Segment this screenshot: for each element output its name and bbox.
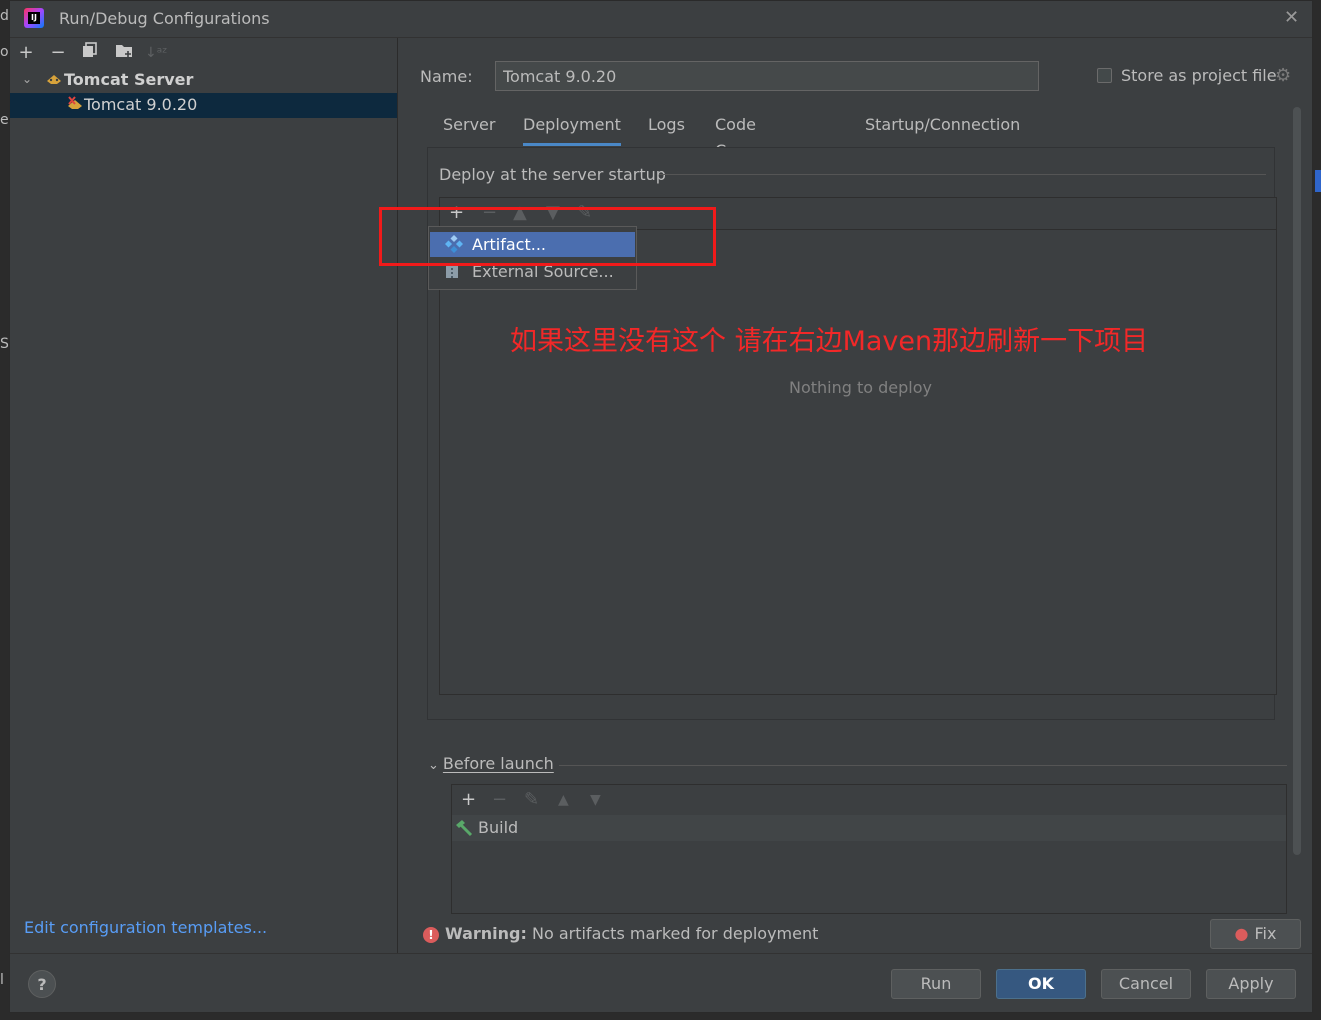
warning-icon: ● [1234, 924, 1249, 943]
warning-message: ! Warning: No artifacts marked for deploy… [423, 924, 818, 943]
dialog-title: Run/Debug Configurations [59, 9, 270, 28]
folder-icon[interactable] [113, 42, 135, 64]
configuration-editor: Name: Store as project file ⚙ Server Dep… [398, 38, 1312, 953]
section-divider [559, 765, 1287, 766]
add-icon[interactable]: + [461, 789, 476, 810]
copy-icon[interactable] [79, 42, 101, 64]
dialog-footer: ? Run OK Cancel Apply [10, 953, 1312, 1012]
archive-icon [445, 263, 459, 283]
tab-code-coverage[interactable]: Code Coverage [715, 112, 792, 160]
cancel-button[interactable]: Cancel [1101, 969, 1191, 999]
list-item[interactable]: Build [452, 815, 1286, 841]
chevron-down-icon[interactable]: ⌄ [22, 72, 32, 86]
intellij-icon: IJ [24, 8, 44, 28]
sort-icon[interactable]: ↓ᵃᶻ [145, 42, 167, 64]
tree-node-tomcat-config[interactable]: Tomcat 9.0.20 [10, 93, 397, 118]
build-task-label: Build [478, 818, 519, 837]
background-window-edge-bottom [0, 1013, 1321, 1020]
background-window-edge-right [1313, 0, 1321, 1020]
store-project-label[interactable]: Store as project file [1121, 66, 1277, 85]
annotation-highlight-box [379, 207, 716, 266]
before-launch-label: Before launch [442, 754, 554, 773]
move-down-icon[interactable]: ▼ [590, 792, 601, 808]
fix-button[interactable]: ● Fix [1210, 919, 1301, 949]
section-divider [659, 174, 1266, 175]
configurations-sidebar: + − ↓ᵃᶻ ⌄ Tomcat Server Tomcat 9.0.20 Ed… [10, 38, 398, 953]
add-icon[interactable]: + [15, 42, 37, 64]
tree-root-label: Tomcat Server [64, 70, 194, 89]
remove-icon[interactable]: − [492, 789, 507, 810]
store-project-checkbox[interactable] [1097, 68, 1112, 83]
chevron-down-icon: ⌄ [428, 758, 439, 773]
tab-startup-connection[interactable]: Startup/Connection [865, 112, 1020, 146]
edit-templates-link[interactable]: Edit configuration templates... [24, 918, 267, 937]
name-label: Name: [420, 67, 473, 86]
tree-node-tomcat-server[interactable]: ⌄ Tomcat Server [18, 69, 396, 93]
warning-text: No artifacts marked for deployment [531, 924, 819, 943]
before-launch-toggle[interactable]: ⌄ Before launch [428, 754, 554, 773]
warning-label: Warning: [445, 924, 527, 943]
run-debug-dialog: IJ Run/Debug Configurations ✕ + − ↓ᵃᶻ ⌄ … [9, 0, 1313, 1013]
move-up-icon[interactable]: ▲ [558, 792, 569, 808]
apply-button[interactable]: Apply [1206, 969, 1296, 999]
vertical-scrollbar[interactable] [1293, 107, 1301, 855]
run-button[interactable]: Run [891, 969, 981, 999]
remove-icon[interactable]: − [47, 42, 69, 64]
hammer-icon [454, 819, 474, 841]
fix-button-label: Fix [1254, 924, 1277, 943]
edge-char: d [0, 8, 9, 24]
edge-char: e [0, 112, 9, 128]
deploy-section-title: Deploy at the server startup [439, 165, 666, 184]
gear-icon[interactable]: ⚙ [1275, 65, 1291, 86]
tab-deployment[interactable]: Deployment [523, 112, 621, 146]
tab-server[interactable]: Server [443, 112, 495, 146]
title-bar: IJ Run/Debug Configurations ✕ [10, 1, 1312, 38]
edge-char: S [0, 336, 9, 352]
annotation-text: 如果这里没有这个 请在右边Maven那边刷新一下项目 [510, 326, 1149, 357]
help-button[interactable]: ? [28, 970, 56, 998]
before-launch-toolbar: + − ✎ ▲ ▼ [452, 785, 1286, 816]
ok-button[interactable]: OK [996, 969, 1086, 999]
empty-list-text: Nothing to deploy [789, 378, 933, 397]
tomcat-run-icon [66, 96, 84, 116]
before-launch-list[interactable]: + − ✎ ▲ ▼ Build [451, 784, 1287, 914]
edge-char: oc [0, 44, 9, 60]
edge-char: l [0, 972, 4, 988]
tab-logs[interactable]: Logs [648, 112, 685, 146]
close-icon[interactable]: ✕ [1284, 7, 1299, 28]
tree-child-label: Tomcat 9.0.20 [84, 95, 198, 114]
error-icon: ! [423, 926, 439, 943]
background-window-edge: d oc e S l [0, 0, 9, 1020]
name-input[interactable] [495, 61, 1039, 91]
edit-icon[interactable]: ✎ [524, 789, 539, 810]
tomcat-icon [46, 72, 62, 90]
